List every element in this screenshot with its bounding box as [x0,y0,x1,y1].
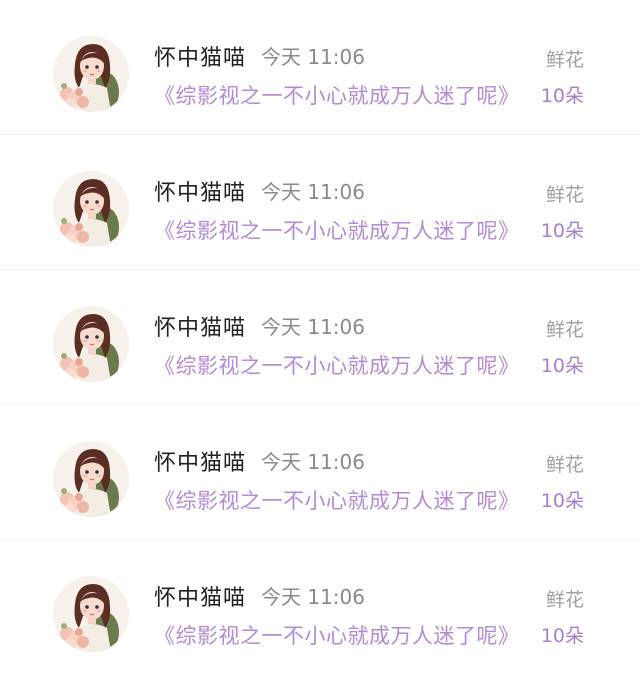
gift-count: 10朵 [540,85,584,107]
user-name[interactable]: 怀中猫喵 [154,445,246,477]
girl-avatar-icon[interactable] [53,306,129,382]
gift-record-item[interactable]: 怀中猫喵 今天 11:06 鲜花 《综影视之一不小心就成万人迷了呢》 10朵 [0,0,640,135]
girl-avatar-icon[interactable] [53,441,129,517]
book-title-link[interactable]: 《综影视之一不小心就成万人迷了呢》 [154,620,520,650]
gift-record-item[interactable]: 怀中猫喵 今天 11:06 鲜花 《综影视之一不小心就成万人迷了呢》 10朵 [0,405,640,540]
timestamp: 今天 11:06 [261,585,365,609]
gift-record-list: 怀中猫喵 今天 11:06 鲜花 《综影视之一不小心就成万人迷了呢》 10朵 怀… [0,0,640,669]
girl-avatar-icon[interactable] [53,36,129,112]
user-name[interactable]: 怀中猫喵 [154,580,246,612]
user-name[interactable]: 怀中猫喵 [154,40,246,72]
book-title-link[interactable]: 《综影视之一不小心就成万人迷了呢》 [154,485,520,515]
gift-type-label: 鲜花 [545,184,584,206]
gift-type-label: 鲜花 [545,454,584,476]
gift-record-item[interactable]: 怀中猫喵 今天 11:06 鲜花 《综影视之一不小心就成万人迷了呢》 10朵 [0,135,640,270]
gift-type-label: 鲜花 [545,49,584,71]
timestamp: 今天 11:06 [261,450,365,474]
book-title-link[interactable]: 《综影视之一不小心就成万人迷了呢》 [154,350,520,380]
timestamp: 今天 11:06 [261,45,365,69]
user-name[interactable]: 怀中猫喵 [154,175,246,207]
girl-avatar-icon[interactable] [53,171,129,247]
timestamp: 今天 11:06 [261,180,365,204]
gift-count: 10朵 [540,490,584,512]
gift-type-label: 鲜花 [545,319,584,341]
gift-record-item[interactable]: 怀中猫喵 今天 11:06 鲜花 《综影视之一不小心就成万人迷了呢》 10朵 [0,540,640,675]
book-title-link[interactable]: 《综影视之一不小心就成万人迷了呢》 [154,80,520,110]
gift-type-label: 鲜花 [545,589,584,611]
book-title-link[interactable]: 《综影视之一不小心就成万人迷了呢》 [154,215,520,245]
gift-record-item[interactable]: 怀中猫喵 今天 11:06 鲜花 《综影视之一不小心就成万人迷了呢》 10朵 [0,270,640,405]
gift-count: 10朵 [540,355,584,377]
gift-count: 10朵 [540,220,584,242]
user-name[interactable]: 怀中猫喵 [154,310,246,342]
gift-count: 10朵 [540,625,584,647]
girl-avatar-icon[interactable] [53,576,129,652]
timestamp: 今天 11:06 [261,315,365,339]
